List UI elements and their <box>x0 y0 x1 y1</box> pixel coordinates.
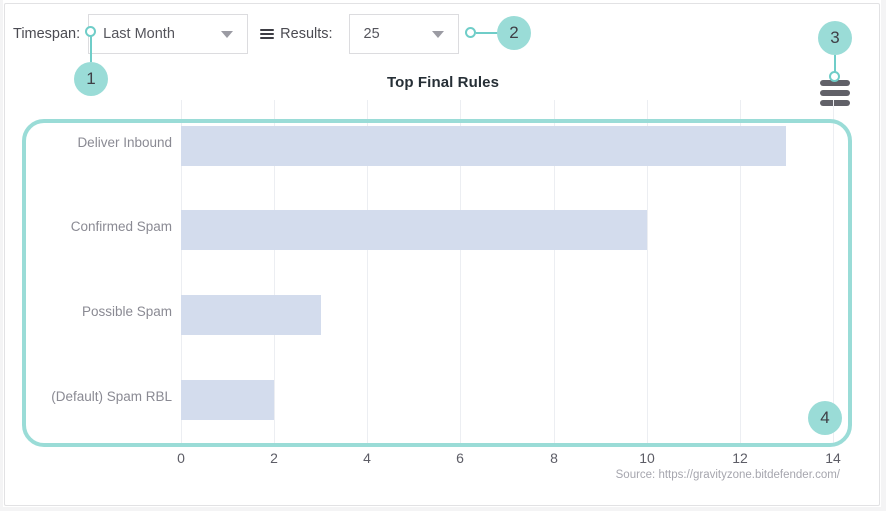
x-tick-label: 12 <box>732 450 748 466</box>
gridline <box>833 100 834 446</box>
bar[interactable] <box>181 126 786 166</box>
x-tick-label: 8 <box>550 450 558 466</box>
timespan-select[interactable]: Last Month <box>88 14 248 54</box>
callout-2-anchor-dot <box>465 27 476 38</box>
results-label-group: Results: <box>260 26 340 42</box>
category-label: Deliver Inbound <box>77 135 172 150</box>
results-label: Results: <box>280 26 332 42</box>
category-axis: Deliver Inbound Confirmed Spam Possible … <box>0 100 172 446</box>
callout-badge-3: 3 <box>818 21 852 55</box>
timespan-label: Timespan: <box>13 26 80 42</box>
category-label: Confirmed Spam <box>71 219 172 234</box>
chevron-down-icon <box>221 31 233 38</box>
timespan-select-value: Last Month <box>103 26 175 42</box>
screenshot-root: Timespan: Last Month Results: 25 Top Fin… <box>0 0 886 511</box>
x-tick-label: 6 <box>456 450 464 466</box>
value-axis: 0 2 4 6 8 10 12 14 <box>181 450 833 470</box>
x-tick-label: 2 <box>270 450 278 466</box>
callout-2-connector <box>476 32 498 34</box>
plot-area <box>181 100 833 446</box>
bar[interactable] <box>181 210 647 250</box>
category-label: (Default) Spam RBL <box>51 389 172 404</box>
source-attribution: Source: https://gravityzone.bitdefender.… <box>616 469 840 481</box>
chart-title: Top Final Rules <box>0 74 886 91</box>
list-icon <box>260 29 274 39</box>
results-select[interactable]: 25 <box>349 14 459 54</box>
x-tick-label: 4 <box>363 450 371 466</box>
callout-badge-1: 1 <box>74 62 108 96</box>
bar[interactable] <box>181 295 321 335</box>
callout-1-connector <box>90 36 92 62</box>
x-tick-label: 14 <box>825 450 841 466</box>
chevron-down-icon <box>432 31 444 38</box>
callout-badge-4: 4 <box>808 401 842 435</box>
callout-badge-2: 2 <box>497 16 531 50</box>
x-tick-label: 0 <box>177 450 185 466</box>
bar[interactable] <box>181 380 274 420</box>
results-select-value: 25 <box>364 26 380 42</box>
callout-3-anchor-dot <box>829 71 840 82</box>
category-label: Possible Spam <box>82 304 172 319</box>
chart-toolbar: Timespan: Last Month Results: 25 <box>13 14 471 54</box>
x-tick-label: 10 <box>639 450 655 466</box>
window-edge-bottom <box>0 507 886 511</box>
